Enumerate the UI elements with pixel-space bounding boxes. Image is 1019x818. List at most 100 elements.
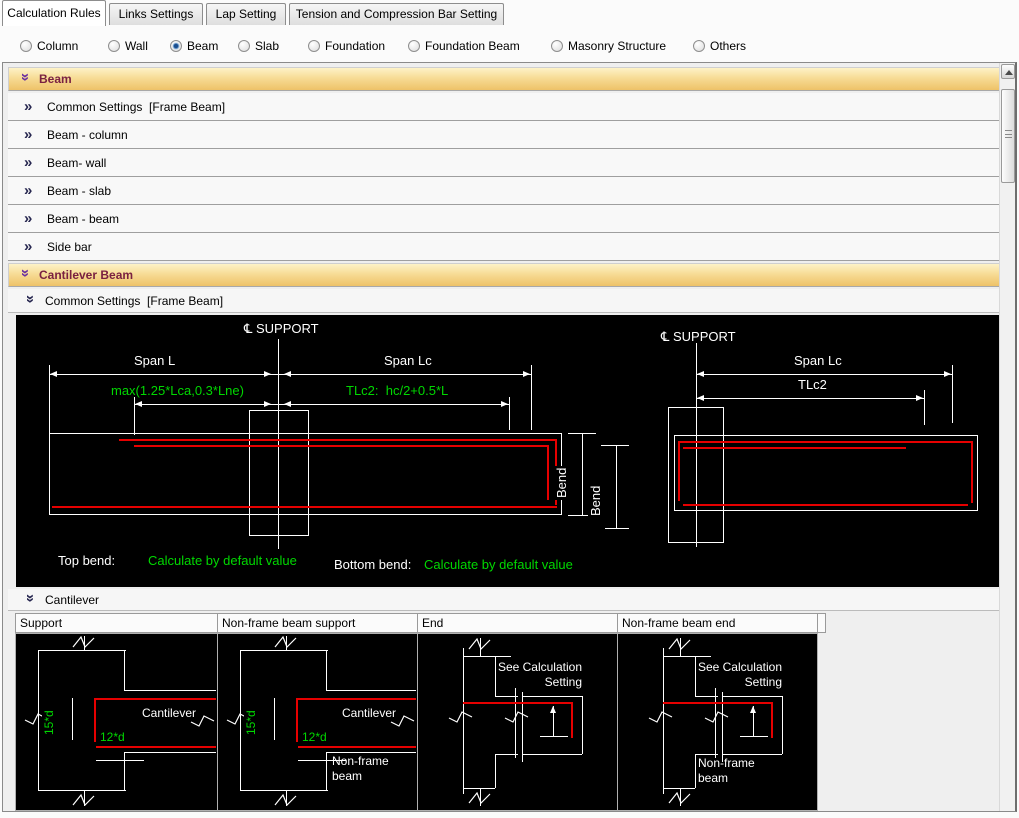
beam-line (124, 752, 216, 753)
column-header-stub (817, 613, 826, 633)
accordion-item-beam-wall[interactable]: » Beam- wall (8, 149, 1001, 177)
chevron-down-icon: » (20, 73, 30, 85)
column-line (326, 650, 327, 690)
radio-label: Slab (255, 39, 279, 53)
tab-calculation-rules[interactable]: Calculation Rules (2, 0, 106, 26)
accordion-item-common-settings-expanded[interactable]: » Common Settings [Frame Beam] (8, 289, 1001, 313)
vertical-scrollbar[interactable] (999, 63, 1015, 811)
thumb-grip-icon (1005, 130, 1012, 138)
bottom-bend-value: Calculate by default value (424, 557, 573, 572)
beam-line (326, 690, 416, 691)
section-title: Beam (39, 72, 72, 86)
scroll-up-button[interactable] (1001, 64, 1015, 79)
radio-slab[interactable]: Slab (238, 38, 279, 54)
section-header-beam[interactable]: » Beam (8, 67, 1001, 91)
lap-dim-label: 12*d (302, 730, 327, 744)
rebar-top (94, 698, 216, 700)
accordion-label: Beam - column (47, 128, 128, 142)
accordion-label: Cantilever (45, 593, 99, 607)
top-bar-formula: max(1.25*Lca,0.3*Lne) (111, 383, 244, 398)
rebar-bend (678, 441, 680, 501)
span-l-label: Span L (134, 353, 175, 368)
tab-links-settings[interactable]: Links Settings (109, 3, 203, 25)
rebar-top (463, 702, 573, 704)
support-label: SUPPORT (673, 329, 736, 344)
section-title: Cantilever Beam (39, 268, 133, 282)
accordion-item-beam-column[interactable]: » Beam - column (8, 121, 1001, 149)
cut-line (663, 656, 711, 657)
radio-icon (308, 40, 320, 52)
cut-line (38, 790, 126, 791)
break-mark-icon (72, 636, 96, 648)
rebar-bottom (96, 746, 216, 748)
cut-line (463, 788, 495, 789)
rebar-top (663, 702, 773, 704)
radio-beam[interactable]: Beam (170, 38, 218, 54)
radio-column[interactable]: Column (20, 38, 78, 54)
radio-label: Wall (125, 39, 148, 53)
rebar-top (678, 441, 973, 443)
arrow-icon (523, 371, 530, 377)
anchor-dim-label: 15*d (244, 708, 258, 737)
accordion-item-cantilever[interactable]: » Cantilever (8, 589, 1001, 611)
radio-label: Masonry Structure (568, 39, 666, 53)
cut-line (240, 790, 328, 791)
cantilever-label: Cantilever (142, 706, 196, 720)
cut-line (38, 650, 126, 651)
arrow-icon (135, 401, 142, 407)
accordion-label: Common Settings [Frame Beam] (47, 100, 225, 114)
column-line (326, 752, 327, 790)
accordion-item-beam-beam[interactable]: » Beam - beam (8, 205, 1001, 233)
radio-masonry-structure[interactable]: Masonry Structure (551, 38, 666, 54)
beam-line (495, 754, 496, 788)
extension-line (49, 365, 50, 435)
radio-wall[interactable]: Wall (108, 38, 148, 54)
dim-line (134, 404, 509, 405)
scrollbar-thumb[interactable] (1001, 89, 1015, 183)
anchor-dim-label: 15*d (42, 708, 56, 737)
radio-others[interactable]: Others (693, 38, 746, 54)
cantilever-support-diagram: 15*d 12*d Cantilever (15, 633, 218, 811)
non-frame-beam-label: Non-frame beam (698, 756, 783, 786)
break-mark-icon (648, 710, 674, 724)
tab-tension-compression[interactable]: Tension and Compression Bar Setting (289, 3, 504, 25)
accordion-item-common-settings[interactable]: » Common Settings [Frame Beam] (8, 93, 1001, 121)
support-centerline-label: ℄ SUPPORT (244, 321, 319, 337)
dim-line (616, 445, 617, 528)
beam-line (782, 696, 783, 754)
extension-line (509, 397, 510, 430)
column-header-non-frame-beam-end: Non-frame beam end (617, 613, 818, 633)
tab-lap-setting[interactable]: Lap Setting (206, 3, 286, 25)
break-mark-icon (72, 794, 96, 806)
accordion-label: Side bar (47, 240, 92, 254)
arrow-icon (50, 371, 57, 377)
dim-line (740, 736, 768, 737)
radio-foundation-beam[interactable]: Foundation Beam (408, 38, 520, 54)
radio-label: Foundation Beam (425, 39, 520, 53)
chevron-down-icon: » (25, 295, 35, 307)
radio-foundation[interactable]: Foundation (308, 38, 385, 54)
category-radio-group: Column Wall Beam Slab Foundation Foundat… (0, 26, 1019, 62)
lap-dim-label: 12*d (100, 730, 125, 744)
break-mark-icon (468, 638, 492, 650)
cantilever-end-diagram: See Calculation Setting (417, 633, 618, 811)
accordion-item-beam-slab[interactable]: » Beam - slab (8, 177, 1001, 205)
arrow-icon (501, 401, 508, 407)
break-mark-icon (668, 638, 692, 650)
rebar-top (119, 439, 557, 441)
extension-line (924, 390, 925, 425)
section-header-cantilever-beam[interactable]: » Cantilever Beam (8, 263, 1001, 287)
extension-line (605, 528, 629, 529)
arrow-icon (284, 371, 291, 377)
column-line (124, 650, 125, 690)
column-header-end: End (417, 613, 618, 633)
extension-line (134, 397, 135, 435)
chevron-right-icon: » (24, 186, 38, 196)
dim-line (753, 706, 754, 736)
chevron-right-icon: » (24, 158, 38, 168)
accordion-item-side-bar[interactable]: » Side bar (8, 233, 1001, 261)
top-bend-value: Calculate by default value (148, 553, 297, 568)
cut-line (663, 788, 695, 789)
span-lc-label: Span Lc (384, 353, 432, 368)
beam-line (522, 696, 582, 697)
